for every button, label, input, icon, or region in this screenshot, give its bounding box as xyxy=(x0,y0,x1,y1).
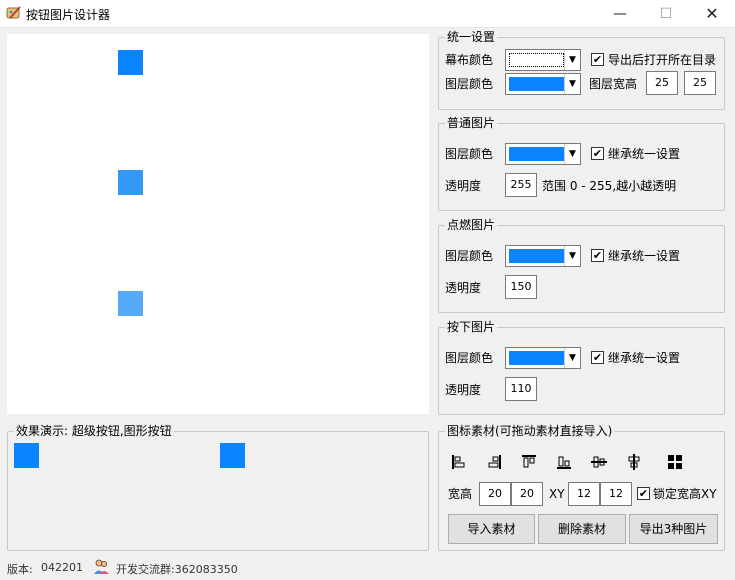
delete-material-button[interactable]: 删除素材 xyxy=(538,514,626,544)
chevron-down-icon: ▼ xyxy=(564,50,580,70)
normal-layer-color-select[interactable]: ▼ xyxy=(505,143,581,165)
open-dir-checkbox[interactable]: ✔ xyxy=(591,53,604,66)
align-top-icon[interactable] xyxy=(519,452,539,472)
canvas-color-select[interactable]: ▼ xyxy=(505,49,581,71)
material-xy-label: XY xyxy=(549,487,565,501)
app-icon xyxy=(6,6,21,19)
demo-legend: 效果演示: 超级按钮,图形按钮 xyxy=(14,424,174,438)
export-images-button[interactable]: 导出3种图片 xyxy=(629,514,718,544)
canvas-color-label: 幕布颜色 xyxy=(445,53,494,67)
layer-width-input[interactable]: 25 xyxy=(646,71,678,95)
chevron-down-icon: ▼ xyxy=(564,348,580,368)
pressed-picture-group: 按下图片 图层颜色 ▼ ✔ 继承统一设置 透明度 110 xyxy=(438,320,725,415)
lock-size-label: 锁定宽高XY xyxy=(653,487,717,501)
normal-layer-color-swatch xyxy=(509,147,564,161)
demo-super-button[interactable] xyxy=(14,443,39,468)
minimize-button[interactable]: — xyxy=(597,0,643,28)
title-bar: 按钮图片设计器 — ☐ ✕ xyxy=(0,0,735,28)
pressed-inherit-checkbox[interactable]: ✔ xyxy=(591,351,604,364)
hover-picture-group: 点燃图片 图层颜色 ▼ ✔ 继承统一设置 透明度 150 xyxy=(438,218,725,313)
preview-canvas xyxy=(7,34,429,414)
maximize-button[interactable]: ☐ xyxy=(643,0,689,28)
normal-legend: 普通图片 xyxy=(445,116,498,130)
pressed-alpha-input[interactable]: 110 xyxy=(505,377,537,401)
hover-layer-preview xyxy=(118,170,143,195)
unified-layer-color-select[interactable]: ▼ xyxy=(505,73,581,95)
material-width-input[interactable]: 20 xyxy=(479,482,511,506)
align-bottom-icon[interactable] xyxy=(554,452,574,472)
hover-inherit-checkbox[interactable]: ✔ xyxy=(591,249,604,262)
chevron-down-icon: ▼ xyxy=(564,144,580,164)
normal-alpha-label: 透明度 xyxy=(445,179,482,193)
normal-alpha-input[interactable]: 255 xyxy=(505,173,537,197)
lock-size-checkbox[interactable]: ✔ xyxy=(637,487,650,500)
alpha-range-hint: 范围 0 - 255,越小越透明 xyxy=(542,179,677,193)
chevron-down-icon: ▼ xyxy=(564,74,580,94)
hover-legend: 点燃图片 xyxy=(445,218,498,232)
align-left-icon[interactable] xyxy=(449,452,469,472)
normal-layer-color-label: 图层颜色 xyxy=(445,147,494,161)
align-right-icon[interactable] xyxy=(484,452,504,472)
import-material-button[interactable]: 导入素材 xyxy=(448,514,535,544)
hover-inherit-label: 继承统一设置 xyxy=(608,249,681,263)
material-legend: 图标素材(可拖动素材直接导入) xyxy=(445,424,615,438)
demo-group: 效果演示: 超级按钮,图形按钮 xyxy=(7,424,429,551)
users-icon xyxy=(94,559,109,574)
unified-layer-color-swatch xyxy=(509,77,564,91)
grid-icon[interactable] xyxy=(665,452,685,472)
pressed-alpha-label: 透明度 xyxy=(445,383,482,397)
chevron-down-icon: ▼ xyxy=(564,246,580,266)
dev-group-link[interactable]: 开发交流群:362083350 xyxy=(116,561,238,577)
align-hcenter-icon[interactable] xyxy=(589,452,609,472)
pressed-layer-preview xyxy=(118,291,143,316)
layer-color-label: 图层颜色 xyxy=(445,77,494,91)
normal-picture-group: 普通图片 图层颜色 ▼ ✔ 继承统一设置 透明度 255 范围 0 - 255,… xyxy=(438,116,725,211)
hover-alpha-input[interactable]: 150 xyxy=(505,275,537,299)
canvas-color-swatch xyxy=(509,53,564,67)
unified-legend: 统一设置 xyxy=(445,30,498,44)
material-height-input[interactable]: 20 xyxy=(511,482,543,506)
unified-settings-group: 统一设置 幕布颜色 ▼ ✔ 导出后打开所在目录 图层颜色 ▼ 图层宽高 25 2… xyxy=(438,30,725,110)
align-vcenter-icon[interactable] xyxy=(624,452,644,472)
demo-graphic-button[interactable] xyxy=(220,443,245,468)
normal-layer-preview xyxy=(118,50,143,75)
material-y-input[interactable]: 12 xyxy=(600,482,632,506)
material-size-label: 宽高 xyxy=(448,487,473,501)
hover-alpha-label: 透明度 xyxy=(445,281,482,295)
pressed-inherit-label: 继承统一设置 xyxy=(608,351,681,365)
pressed-layer-color-swatch xyxy=(509,351,564,365)
normal-inherit-checkbox[interactable]: ✔ xyxy=(591,147,604,160)
version-label: 版本: xyxy=(7,563,33,576)
hover-layer-color-swatch xyxy=(509,249,564,263)
normal-inherit-label: 继承统一设置 xyxy=(608,147,681,161)
hover-layer-color-label: 图层颜色 xyxy=(445,249,494,263)
material-x-input[interactable]: 12 xyxy=(568,482,600,506)
open-dir-label: 导出后打开所在目录 xyxy=(608,53,717,67)
version-value: 042201 xyxy=(41,561,83,574)
hover-layer-color-select[interactable]: ▼ xyxy=(505,245,581,267)
close-button[interactable]: ✕ xyxy=(689,0,735,28)
icon-material-group: 图标素材(可拖动素材直接导入) 宽高 20 20 XY 12 12 ✔ 锁定宽高… xyxy=(438,424,725,551)
layer-height-input[interactable]: 25 xyxy=(684,71,716,95)
pressed-layer-color-label: 图层颜色 xyxy=(445,351,494,365)
pressed-layer-color-select[interactable]: ▼ xyxy=(505,347,581,369)
window-title: 按钮图片设计器 xyxy=(26,8,111,22)
pressed-legend: 按下图片 xyxy=(445,320,498,334)
layer-size-label: 图层宽高 xyxy=(589,77,638,91)
